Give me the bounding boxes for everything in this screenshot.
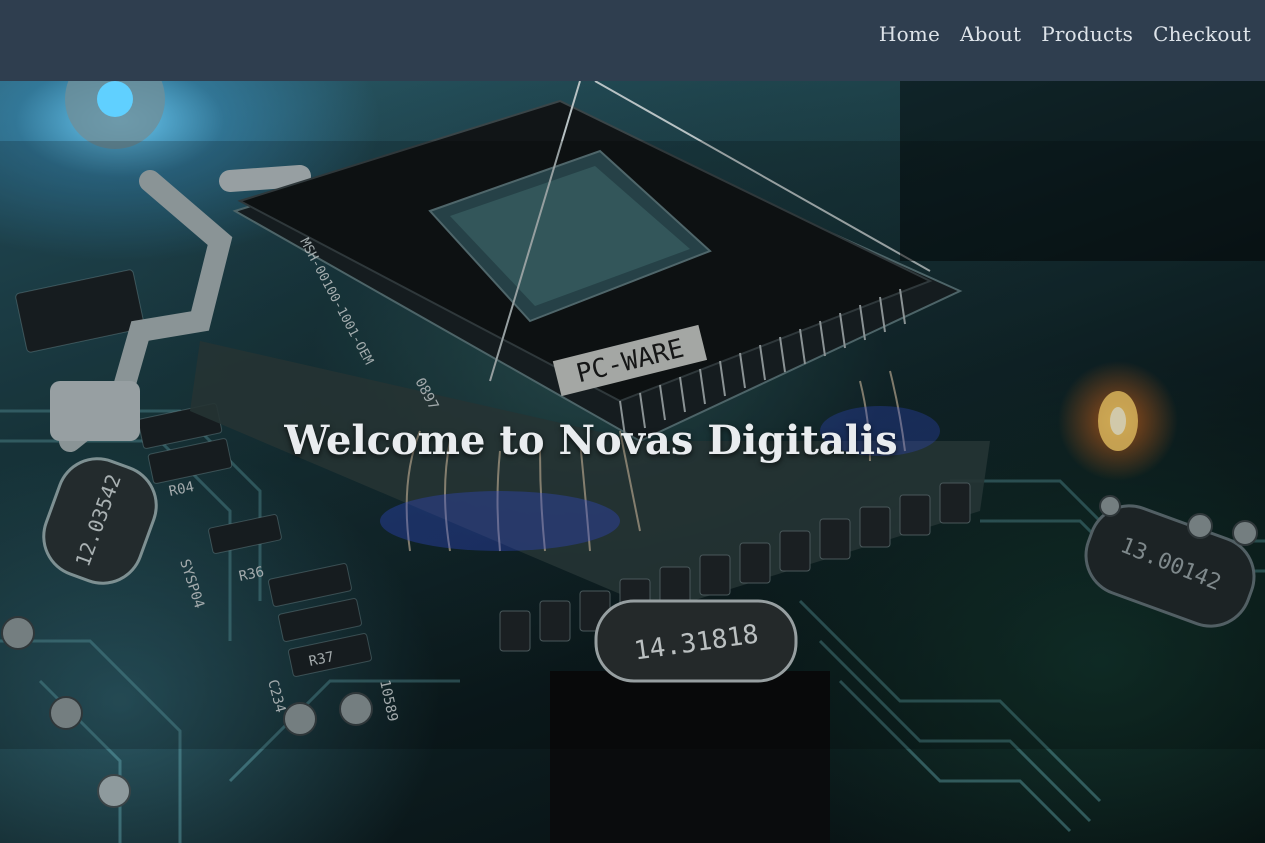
nav-item-home: Home [879, 22, 940, 46]
nav-item-products: Products [1041, 22, 1133, 46]
nav-item-checkout: Checkout [1153, 22, 1251, 46]
nav-link-products[interactable]: Products [1041, 22, 1133, 46]
nav-links: Home About Products Checkout [879, 22, 1251, 46]
nav-item-about: About [960, 22, 1021, 46]
hero-section: 12.03542 PC-WARE MSH-00100-1001-OEM 14.3… [0, 81, 1265, 843]
nav-link-home[interactable]: Home [879, 22, 940, 46]
top-navbar: Home About Products Checkout [0, 0, 1265, 81]
nav-link-about[interactable]: About [960, 22, 1021, 46]
nav-link-checkout[interactable]: Checkout [1153, 22, 1251, 46]
hero-title: Welcome to Novas Digitalis [284, 417, 898, 464]
